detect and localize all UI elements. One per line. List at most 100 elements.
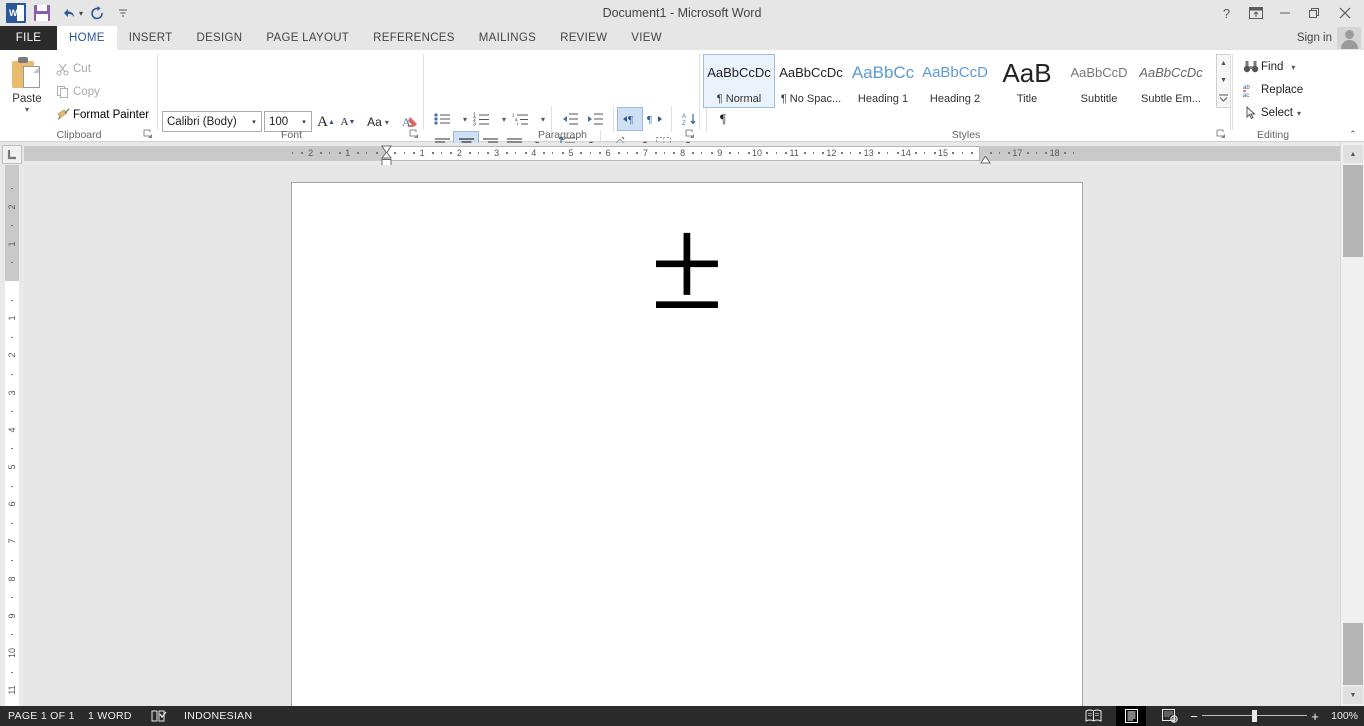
zoom-in-button[interactable]: +	[1307, 706, 1323, 726]
zoom-slider-thumb[interactable]	[1252, 710, 1257, 722]
tab-page-layout[interactable]: PAGE LAYOUT	[254, 26, 361, 50]
vertical-ruler[interactable]: 211234567891011	[0, 165, 24, 706]
ruler-mark: 2	[452, 146, 466, 161]
tab-design[interactable]: DESIGN	[184, 26, 254, 50]
tab-insert[interactable]: INSERT	[117, 26, 185, 50]
style-heading-2[interactable]: AaBbCcDHeading 2	[919, 54, 991, 108]
vruler-mark: 8	[7, 572, 17, 586]
tab-review[interactable]: REVIEW	[548, 26, 619, 50]
ruler-tick	[990, 152, 992, 154]
zoom-control[interactable]: − +	[1186, 706, 1323, 726]
close-icon[interactable]	[1328, 1, 1362, 25]
maximize-restore-icon[interactable]	[1299, 1, 1328, 25]
document-page[interactable]: ±	[291, 182, 1083, 706]
paragraph-dialog-launcher[interactable]	[685, 129, 696, 140]
decrease-indent-button[interactable]	[558, 108, 582, 130]
avatar[interactable]	[1337, 27, 1361, 49]
select-label: Select	[1261, 107, 1293, 119]
clipboard-dialog-launcher[interactable]	[143, 129, 154, 140]
editing-group-label: Editing	[1218, 129, 1328, 141]
ruler-mark: 1	[415, 146, 429, 161]
right-indent-marker[interactable]	[980, 156, 990, 164]
zoom-level[interactable]: 100%	[1331, 706, 1358, 726]
read-mode-view-button[interactable]	[1078, 706, 1108, 726]
ruler-tick	[301, 152, 303, 154]
horizontal-ruler[interactable]: 211234567891011121314151718	[24, 143, 1340, 165]
numbering-button[interactable]: 123	[469, 108, 493, 130]
style-name: Heading 1	[858, 93, 908, 105]
tab-home[interactable]: HOME	[57, 26, 117, 50]
ruler-tick	[562, 152, 564, 154]
scrollbar-thumb[interactable]	[1343, 623, 1363, 685]
ruler-tick	[887, 152, 888, 154]
font-size-value: 100	[265, 116, 297, 128]
vertical-scrollbar[interactable]: ▲ ▼	[1340, 143, 1364, 706]
copy-button[interactable]: Copy	[50, 81, 103, 102]
find-caret[interactable]: ▾	[1291, 64, 1295, 72]
ruler-mark: 10	[750, 146, 764, 161]
style-subtle-em[interactable]: AaBbCcDcSubtle Em...	[1135, 54, 1207, 108]
style-heading-1[interactable]: AaBbCcHeading 1	[847, 54, 919, 108]
style-subtitle[interactable]: AaBbCcDSubtitle	[1063, 54, 1135, 108]
proofing-status-icon[interactable]	[145, 706, 173, 726]
language-indicator[interactable]: INDONESIAN	[178, 706, 258, 726]
zoom-slider[interactable]	[1202, 706, 1307, 726]
bullets-button[interactable]	[430, 108, 454, 130]
document-canvas[interactable]: ±	[24, 165, 1340, 706]
scrollbar-thumb-top[interactable]	[1343, 165, 1363, 257]
tab-stop-selector[interactable]	[2, 145, 22, 164]
rtl-text-direction-button[interactable]: ¶	[642, 108, 666, 130]
style-preview: AaBbCcDc	[1139, 58, 1203, 88]
scroll-down-icon[interactable]: ▼	[1343, 686, 1363, 704]
styles-more-icon[interactable]	[1217, 89, 1230, 106]
minimize-icon[interactable]	[1270, 1, 1299, 25]
styles-scroll-up-icon[interactable]: ▲	[1217, 55, 1230, 72]
sort-button[interactable]: AZ	[677, 108, 701, 130]
sign-in-button[interactable]: Sign in	[1297, 26, 1332, 50]
style-normal[interactable]: AaBbCcDc¶ Normal	[703, 54, 775, 108]
style-title[interactable]: AaBTitle	[991, 54, 1063, 108]
document-body-text[interactable]: ±	[292, 188, 1082, 338]
tab-references[interactable]: REFERENCES	[361, 26, 467, 50]
svg-text:¶: ¶	[628, 114, 633, 126]
svg-text:¶: ¶	[647, 114, 652, 126]
cut-button[interactable]: Cut	[50, 58, 94, 79]
page-info[interactable]: PAGE 1 OF 1	[2, 706, 81, 726]
ribbon-display-options-icon[interactable]	[1241, 1, 1270, 25]
increase-indent-button[interactable]	[583, 108, 607, 130]
style-preview: AaBbCcD	[1070, 58, 1127, 88]
tab-mailings[interactable]: MAILINGS	[467, 26, 548, 50]
ribbon-group-font: Calibri (Body) ▾ 100 ▾ A▲ A▼ Aa▾ A B I U…	[159, 50, 424, 142]
help-icon[interactable]: ?	[1212, 1, 1241, 25]
ltr-text-direction-button[interactable]: ¶	[618, 108, 642, 130]
select-button[interactable]: Select ▾	[1238, 102, 1304, 124]
hanging-indent-marker[interactable]	[381, 152, 391, 164]
paste-dropdown-caret[interactable]: ▾	[25, 106, 29, 114]
ruler-tick	[376, 152, 378, 154]
web-layout-view-button[interactable]	[1154, 706, 1184, 726]
ribbon-group-paragraph: ▾ 123 ▾ 1ai ▾ ¶ ¶	[425, 50, 700, 142]
tab-file[interactable]: FILE	[0, 26, 57, 50]
font-dialog-launcher[interactable]	[409, 129, 420, 140]
styles-scroll-down-icon[interactable]: ▼	[1217, 72, 1230, 89]
vruler-mark: 1	[7, 237, 17, 251]
word-count[interactable]: 1 WORD	[82, 706, 138, 726]
ruler-tick	[776, 152, 777, 154]
paste-button[interactable]: Paste ▾	[6, 54, 48, 126]
ruler-tick	[413, 152, 415, 154]
ruler-tick	[859, 152, 861, 154]
replace-button[interactable]: abac Replace	[1238, 79, 1306, 101]
style-no-spac[interactable]: AaBbCcDc¶ No Spac...	[775, 54, 847, 108]
scroll-up-icon[interactable]: ▲	[1343, 145, 1363, 163]
format-painter-button[interactable]: Format Painter	[50, 104, 152, 125]
tab-view[interactable]: VIEW	[619, 26, 674, 50]
multilevel-list-button[interactable]: 1ai	[508, 108, 532, 130]
window-controls: ?	[1212, 0, 1362, 26]
ruler-tick	[971, 152, 973, 154]
zoom-out-button[interactable]: −	[1186, 706, 1202, 726]
collapse-ribbon-icon[interactable]: ⌃	[1346, 127, 1360, 141]
select-caret[interactable]: ▾	[1297, 110, 1301, 118]
print-layout-view-button[interactable]	[1116, 706, 1146, 726]
find-button[interactable]: Find ▾	[1238, 56, 1298, 78]
styles-gallery-scrollbar[interactable]: ▲ ▼	[1216, 54, 1231, 108]
